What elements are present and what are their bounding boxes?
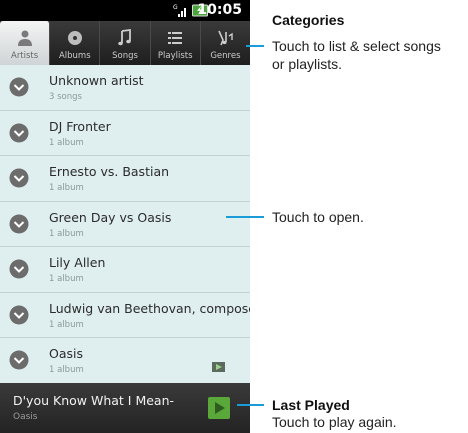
song-artist: Oasis	[13, 412, 38, 422]
chevron-down-icon[interactable]	[9, 123, 29, 143]
signal-icon: G	[173, 4, 186, 17]
tab-label: Albums	[58, 51, 91, 61]
tab-songs[interactable]: Songs	[100, 21, 151, 65]
artist-name: Ernesto vs. Bastian	[49, 164, 170, 179]
tab-label: Genres	[210, 51, 241, 61]
categories-callout-text: or playlists.	[272, 56, 343, 72]
playlist-icon	[168, 32, 183, 44]
artist-count: 3 songs	[49, 92, 82, 102]
artist-name: Ludwig van Beethovan, composer.	[49, 300, 250, 316]
tab-albums[interactable]: Albums	[50, 21, 101, 65]
tab-artists[interactable]: Artists	[0, 21, 51, 65]
status-bar: G 10:05	[0, 0, 250, 21]
chevron-down-icon[interactable]	[9, 168, 29, 188]
tab-label: Playlists	[157, 51, 193, 61]
chevron-down-icon[interactable]	[9, 259, 29, 279]
chevron-down-icon[interactable]	[9, 305, 29, 325]
categories-callout-line	[246, 45, 264, 47]
chevron-down-icon[interactable]	[9, 350, 29, 370]
list-item[interactable]: Oasis 1 album	[0, 338, 250, 384]
tab-label: Songs	[112, 51, 138, 61]
manual-page: G 10:05 Artists Albums Songs Playlists G…	[0, 0, 468, 433]
last-played-callout-text: Touch to play again.	[272, 414, 397, 430]
last-played-callout-line	[237, 404, 264, 406]
last-played-callout-title: Last Played	[272, 397, 350, 413]
tab-genres[interactable]: Genres	[201, 21, 250, 65]
list-item[interactable]: Unknown artist 3 songs	[0, 65, 250, 111]
artist-name: Lily Allen	[49, 255, 106, 270]
list-item[interactable]: Green Day vs Oasis 1 album	[0, 202, 250, 247]
chevron-down-icon[interactable]	[9, 214, 29, 234]
category-tabs: Artists Albums Songs Playlists Genres	[0, 21, 250, 65]
list-item[interactable]: Ernesto vs. Bastian 1 album	[0, 156, 250, 202]
tab-label: Artists	[11, 51, 39, 61]
last-played-bar[interactable]: D'you Know What I Mean- Oasis	[0, 383, 250, 433]
artist-name: Oasis	[49, 346, 83, 361]
categories-callout-text: Touch to list & select songs	[272, 38, 441, 54]
list-item[interactable]: Lily Allen 1 album	[0, 247, 250, 293]
artist-name: Unknown artist	[49, 73, 144, 88]
network-type: G	[173, 4, 178, 11]
artist-name: Green Day vs Oasis	[49, 209, 172, 225]
artist-count: 1 album	[49, 183, 84, 193]
phone-screen: G 10:05 Artists Albums Songs Playlists G…	[0, 0, 250, 433]
album-icon	[67, 31, 82, 45]
open-callout-line	[226, 216, 264, 218]
play-icon[interactable]	[208, 397, 230, 419]
list-item[interactable]: DJ Fronter 1 album	[0, 111, 250, 156]
music-note-icon	[118, 28, 131, 46]
artist-list: Unknown artist 3 songs DJ Fronter 1 albu…	[0, 65, 250, 384]
chevron-down-icon[interactable]	[9, 77, 29, 97]
artist-count: 1 album	[49, 319, 84, 330]
song-title: D'you Know What I Mean-	[13, 393, 175, 408]
genres-icon	[218, 30, 234, 46]
artist-icon	[17, 30, 32, 46]
open-callout-text: Touch to open.	[272, 209, 364, 225]
categories-callout-title: Categories	[272, 12, 345, 28]
now-playing-indicator-icon	[212, 362, 225, 372]
artist-name: DJ Fronter	[49, 118, 111, 134]
list-item[interactable]: Ludwig van Beethovan, composer. 1 album	[0, 293, 250, 338]
artist-count: 1 album	[49, 365, 84, 375]
artist-count: 1 album	[49, 228, 84, 239]
clock: 10:05	[197, 2, 242, 18]
tab-playlists[interactable]: Playlists	[151, 21, 201, 65]
artist-count: 1 album	[49, 137, 84, 148]
artist-count: 1 album	[49, 274, 84, 284]
